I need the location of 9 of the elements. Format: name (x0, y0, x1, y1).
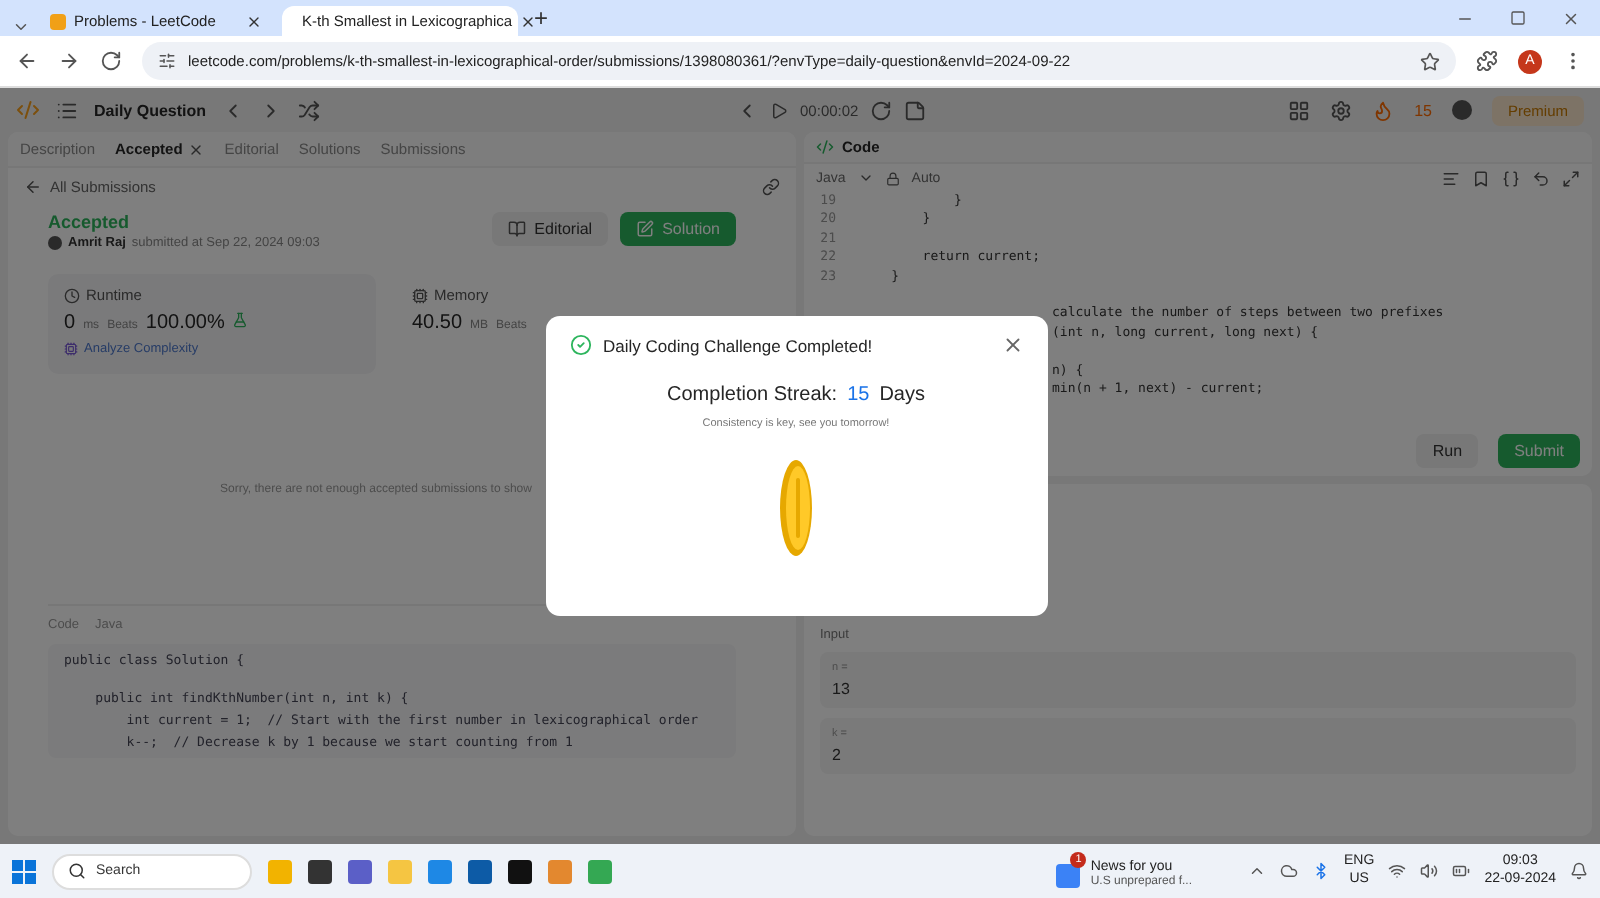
beats-percent: 100.00% (145, 312, 225, 334)
status-text: Accepted (48, 212, 132, 232)
streak-unit: Days (879, 384, 925, 406)
runtime-value: 0 (64, 312, 76, 334)
streak-count: 15 (847, 384, 870, 406)
dialog-title: Daily Coding Challenge Completed! (603, 335, 875, 355)
streak-count: 15 (1414, 101, 1432, 119)
streak-label: Completion Streak: (667, 384, 838, 406)
memory-value: 40.50 (412, 312, 463, 334)
